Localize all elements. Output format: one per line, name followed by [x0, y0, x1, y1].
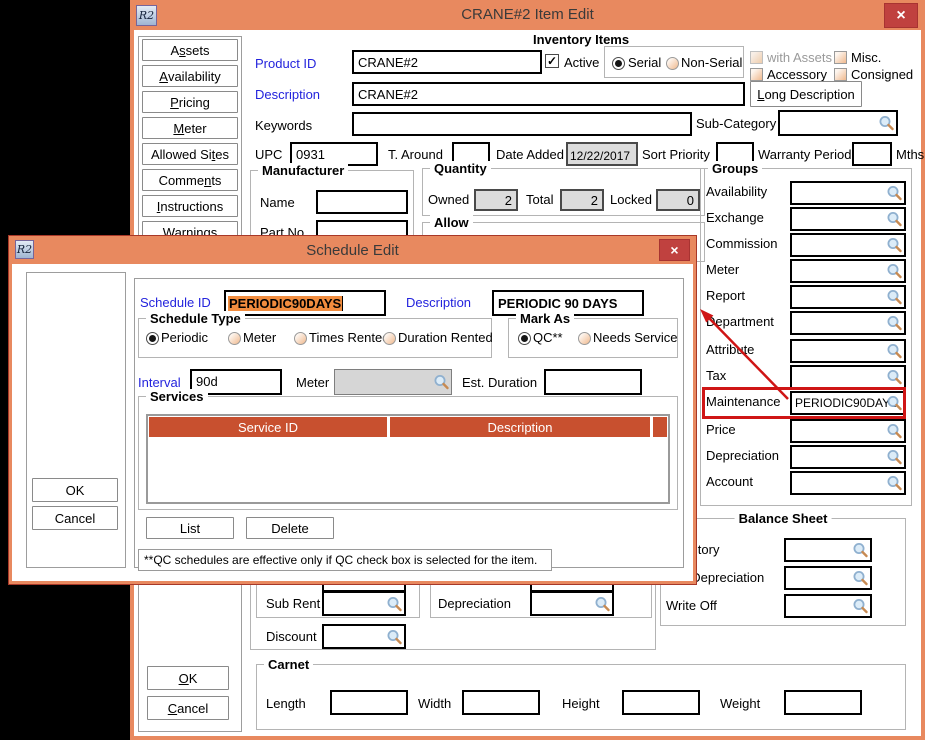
meter-label: Meter	[296, 375, 330, 390]
periodic-radio[interactable]	[146, 332, 159, 345]
mark-as-title: Mark As	[516, 311, 575, 326]
interval-label[interactable]: Interval	[138, 376, 181, 390]
close-icon[interactable]: ×	[659, 239, 690, 261]
list-button[interactable]: List	[146, 517, 234, 539]
est-duration-label: Est. Duration	[462, 375, 538, 390]
meter-type-label: Meter	[243, 330, 277, 345]
schedule-id-label[interactable]: Schedule ID	[140, 296, 211, 310]
dialog-ok-button[interactable]: OK	[32, 478, 118, 502]
meter-field	[334, 369, 452, 395]
periodic-label: Periodic	[161, 330, 208, 345]
duration-rented-label: Duration Rented	[398, 330, 493, 345]
schedule-id-selected-text: PERIODIC90DAYS	[228, 296, 344, 311]
services-title: Services	[146, 389, 208, 404]
desktop: R2 CRANE#2 Item Edit × As sets Availabili…	[0, 0, 925, 740]
service-id-column-header: Service ID	[149, 417, 387, 437]
delete-button[interactable]: Delete	[246, 517, 334, 539]
times-rented-label: Times Rented	[309, 330, 390, 345]
needs-service-label: Needs Service	[593, 330, 678, 345]
qc-radio[interactable]	[518, 332, 531, 345]
times-rented-radio[interactable]	[294, 332, 307, 345]
dialog-title: Schedule Edit	[306, 242, 399, 259]
qc-label: QC**	[533, 330, 563, 345]
dialog-cancel-button[interactable]: Cancel	[32, 506, 118, 530]
duration-rented-radio[interactable]	[383, 332, 396, 345]
qc-note: **QC schedules are effective only if QC …	[138, 549, 552, 571]
schedule-type-title: Schedule Type	[146, 311, 245, 326]
description-column-header: Description	[390, 417, 650, 437]
table-header-stub	[653, 417, 667, 437]
schedule-id-field[interactable]: PERIODIC90DAYS	[224, 290, 386, 316]
schedule-description-label[interactable]: Description	[406, 296, 471, 310]
needs-service-radio[interactable]	[578, 332, 591, 345]
meter-type-radio[interactable]	[228, 332, 241, 345]
est-duration-field[interactable]	[544, 369, 642, 395]
search-icon[interactable]	[433, 374, 450, 391]
